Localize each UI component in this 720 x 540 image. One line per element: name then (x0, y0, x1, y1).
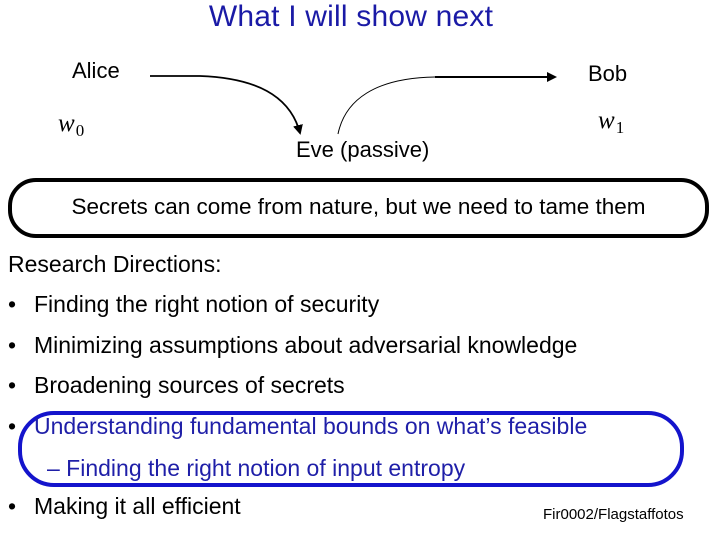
w1-variable: w1 (598, 107, 624, 138)
alice-to-eve-arrow (150, 75, 303, 135)
callout-text: Secrets can come from nature, but we nee… (71, 194, 646, 219)
image-credit: Fir0002/Flagstaffotos (543, 506, 684, 523)
alice-label: Alice (72, 58, 120, 83)
bullet-dot: • (8, 372, 17, 398)
bullet-text: Finding the right notion of security (34, 291, 380, 317)
w0-variable: w0 (58, 110, 84, 141)
bullet-item-highlighted: • Understanding fundamental bounds on wha… (8, 413, 587, 440)
bullet-dot: • (8, 493, 17, 519)
bullet-dot: • (8, 413, 17, 439)
bullet-dot: • (8, 332, 17, 358)
bullet-item: • Making it all efficient (8, 493, 241, 520)
bullet-item: • Finding the right notion of security (8, 291, 379, 318)
bullet-item: • Broadening sources of secrets (8, 372, 345, 399)
w1-base: w (598, 107, 615, 134)
bullet-text: Broadening sources of secrets (34, 372, 345, 398)
w0-subscript: 0 (75, 121, 85, 140)
bullet-text: Understanding fundamental bounds on what… (34, 413, 588, 439)
bullet-dot: • (8, 291, 17, 317)
eve-label: Eve (passive) (296, 137, 430, 162)
bullet-text: Minimizing assumptions about adversarial… (34, 332, 578, 358)
bob-label: Bob (588, 61, 628, 86)
bullet-item: • Minimizing assumptions about adversaria… (8, 332, 577, 359)
sub-bullet-text: – Finding the right notion of input entr… (47, 455, 466, 481)
eve-to-bob-arc (337, 76, 436, 135)
w1-subscript: 1 (615, 118, 625, 137)
bullet-text: Making it all efficient (34, 493, 241, 519)
research-heading: Research Directions: (8, 251, 222, 277)
w0-base: w (58, 110, 75, 137)
